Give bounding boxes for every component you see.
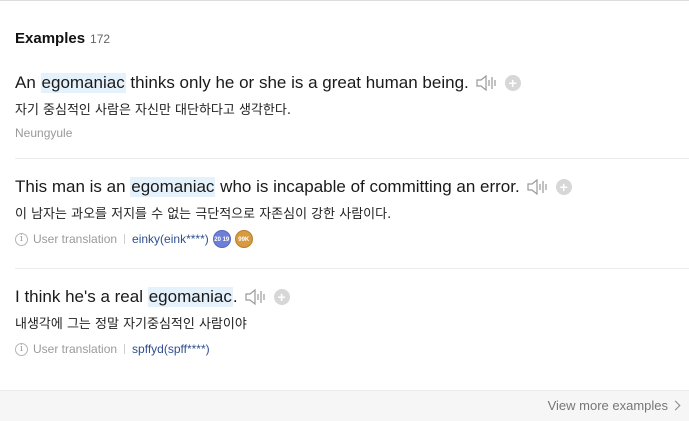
section-title: Examples	[15, 30, 86, 47]
highlighted-word[interactable]: egomaniac	[40, 73, 126, 93]
plus-icon: +	[508, 75, 517, 91]
examples-header: Examples 172	[15, 30, 110, 47]
example-sentence: I think he's a real egomaniac. +	[15, 286, 689, 308]
chevron-right-icon	[670, 400, 681, 411]
example-item: I think he's a real egomaniac. + 내생각에 그는…	[15, 286, 689, 358]
example-item: An egomaniac thinks only he or she is a …	[15, 72, 689, 140]
add-to-wordbook-button[interactable]: +	[273, 289, 290, 305]
view-more-label: View more examples	[547, 398, 668, 413]
user-link[interactable]: einky(eink****)	[132, 232, 209, 246]
translation-text: 자기 중심적인 사람은 자신만 대단하다고 생각한다.	[15, 103, 291, 118]
highlighted-word[interactable]: egomaniac	[130, 177, 216, 197]
add-to-wordbook-button[interactable]: +	[504, 75, 521, 91]
level-badge-icon: 99K	[234, 230, 253, 248]
sentence-text: I think he's a real	[15, 287, 148, 306]
translation-meta: i User translation spffyd(spff****)	[15, 340, 689, 358]
top-divider	[0, 0, 689, 1]
example-count: 172	[90, 32, 111, 46]
translation-text: 이 남자는 과오를 저지를 수 없는 극단적으로 자존심이 강한 사람이다.	[15, 207, 392, 222]
separator	[124, 234, 126, 244]
award-badge-icon: 20 19	[212, 230, 231, 248]
divider	[15, 268, 689, 269]
translation-meta: i User translation einky(eink****) 20 19…	[15, 230, 689, 248]
info-icon[interactable]: i	[15, 232, 28, 246]
highlighted-word[interactable]: egomaniac	[147, 287, 233, 307]
separator	[124, 344, 126, 354]
user-translation-label: User translation	[33, 342, 118, 356]
info-icon[interactable]: i	[15, 342, 28, 356]
speaker-icon[interactable]	[475, 73, 499, 93]
translation-text: 내생각에 그는 정말 자기중심적인 사람이야	[15, 317, 247, 332]
view-more-examples-link[interactable]: View more examples	[547, 398, 681, 413]
sentence-text: who is incapable of committing an error.	[215, 177, 520, 196]
speaker-icon[interactable]	[526, 177, 550, 197]
speaker-icon[interactable]	[244, 287, 268, 307]
source-label: Neungyule	[15, 126, 73, 140]
example-sentence: An egomaniac thinks only he or she is a …	[15, 72, 689, 94]
user-link[interactable]: spffyd(spff****)	[132, 342, 210, 356]
example-sentence: This man is an egomaniac who is incapabl…	[15, 176, 689, 198]
footer-bar: View more examples	[0, 390, 689, 421]
sentence-text: .	[232, 287, 238, 306]
plus-icon: +	[277, 289, 286, 305]
sentence-text: An	[15, 73, 41, 92]
plus-icon: +	[559, 179, 568, 195]
example-item: This man is an egomaniac who is incapabl…	[15, 176, 689, 248]
add-to-wordbook-button[interactable]: +	[555, 179, 572, 195]
user-translation-label: User translation	[33, 232, 118, 246]
sentence-text: thinks only he or she is a great human b…	[125, 73, 469, 92]
sentence-text: This man is an	[15, 177, 131, 196]
divider	[15, 158, 689, 159]
